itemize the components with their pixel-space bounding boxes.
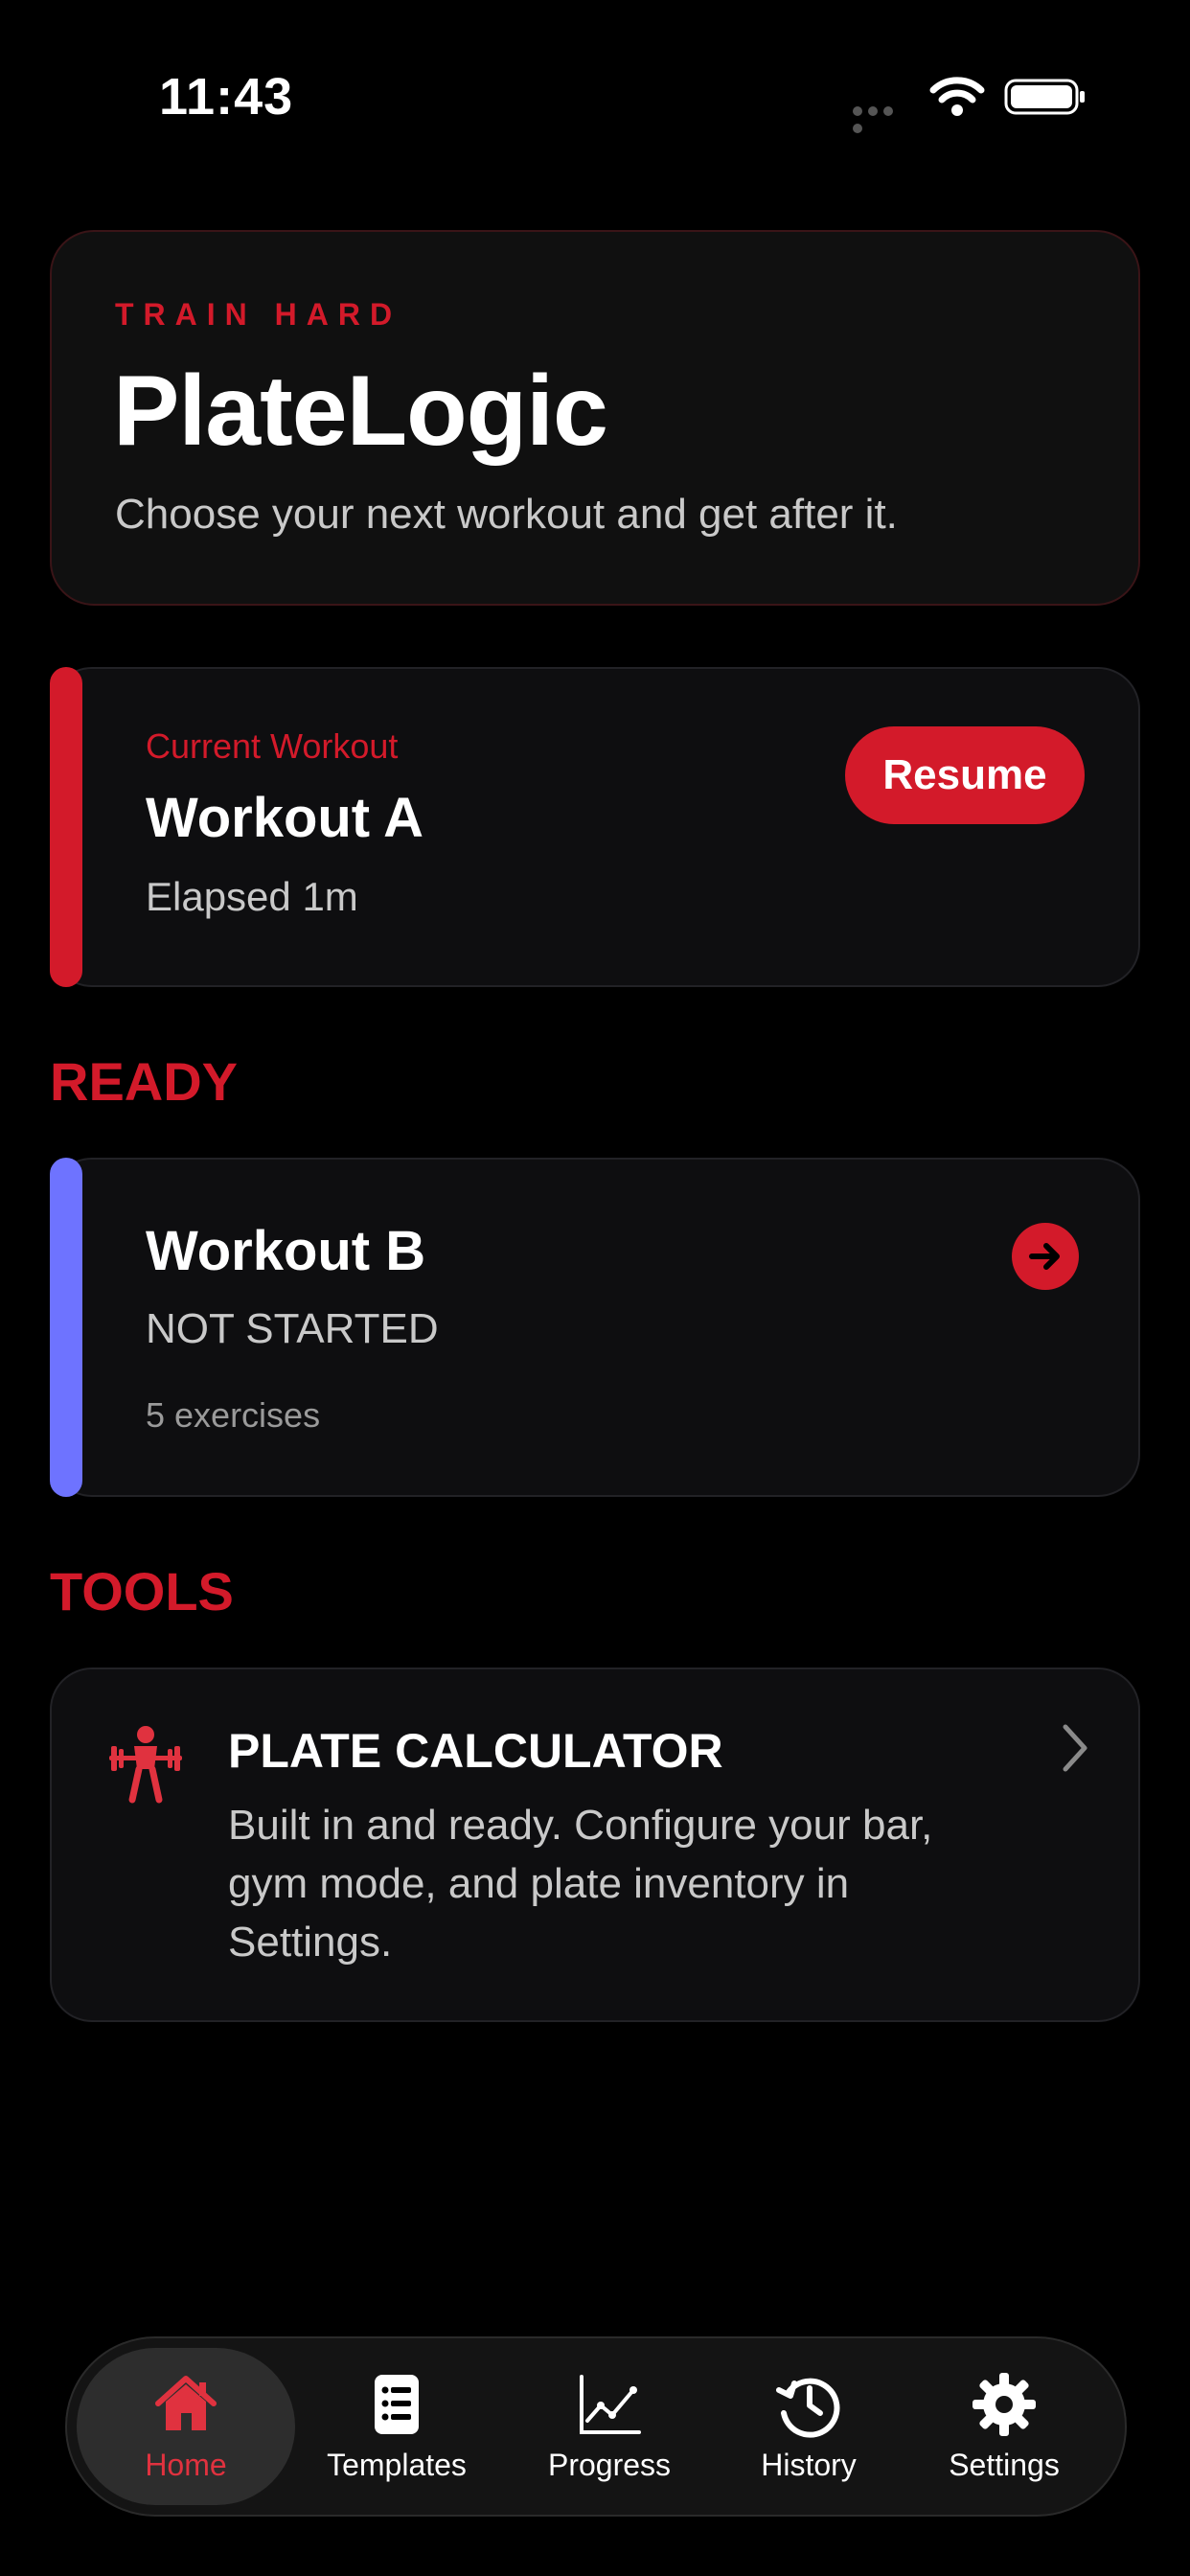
tab-label-templates: Templates [327, 2447, 467, 2482]
resume-button[interactable]: Resume [845, 726, 1085, 824]
line-chart-icon [580, 2374, 641, 2434]
ready-workout-status: NOT STARTED [146, 1305, 439, 1352]
section-title-ready: READY [50, 1051, 239, 1112]
ready-workout-accent [50, 1158, 82, 1497]
tab-label-history: History [761, 2447, 857, 2482]
tab-history[interactable]: History [728, 2348, 889, 2505]
current-workout-elapsed: Elapsed 1m [146, 874, 358, 919]
wifi-icon [929, 77, 985, 116]
weightlifter-icon [109, 1726, 182, 1804]
plate-calculator-title: PLATE CALCULATOR [228, 1724, 723, 1778]
ready-workout-name: Workout B [146, 1220, 426, 1282]
tab-home[interactable]: Home [77, 2348, 295, 2505]
gear-icon [973, 2372, 1036, 2436]
tab-progress[interactable]: Progress [517, 2348, 701, 2505]
battery-icon [1004, 79, 1085, 115]
current-workout-accent [50, 667, 82, 987]
plate-calculator-description: Built in and ready. Configure your bar, … [228, 1802, 933, 1966]
tab-label-progress: Progress [547, 2447, 672, 2482]
tab-label-settings: Settings [949, 2447, 1060, 2482]
tab-settings[interactable]: Settings [924, 2348, 1085, 2505]
tab-templates[interactable]: Templates [303, 2348, 491, 2505]
clock-history-icon [776, 2378, 840, 2438]
ready-workout-exercise-count: 5 exercises [146, 1395, 321, 1435]
hero-subtitle: Choose your next workout and get after i… [115, 491, 898, 538]
current-workout-name: Workout A [146, 787, 423, 849]
list-document-icon [375, 2374, 419, 2434]
section-title-tools: TOOLS [50, 1561, 234, 1622]
tab-label-home: Home [145, 2447, 227, 2482]
house-icon [155, 2375, 217, 2430]
cellular-signal-icon [853, 104, 912, 133]
current-workout-label: Current Workout [146, 726, 399, 766]
chevron-right-icon[interactable] [1058, 1721, 1092, 1775]
arrow-right-circle-icon[interactable] [1012, 1223, 1079, 1290]
status-time: 11:43 [159, 68, 294, 126]
hero-eyebrow: TRAIN HARD [115, 297, 402, 332]
app-title: PlateLogic [113, 356, 608, 467]
